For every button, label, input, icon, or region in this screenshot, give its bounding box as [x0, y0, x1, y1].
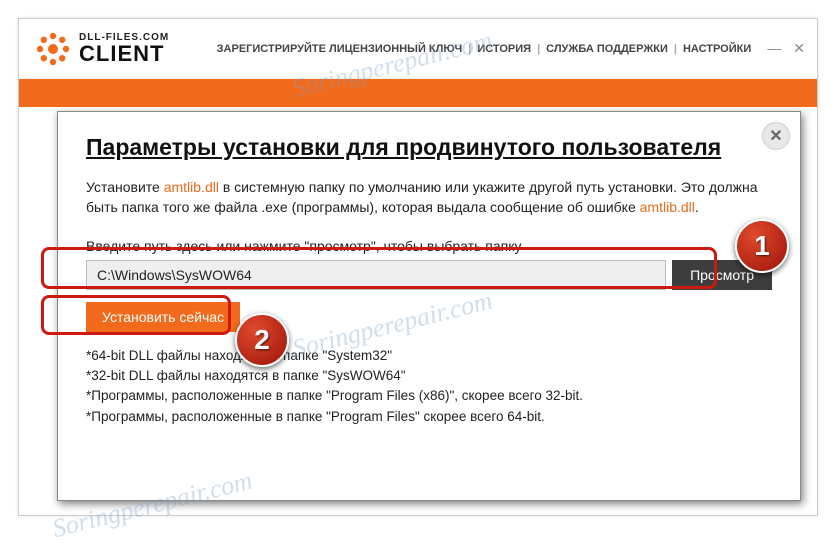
install-path-input[interactable]: [86, 260, 666, 290]
note-line: *Программы, расположенные в папке "Progr…: [86, 386, 772, 406]
titlebar: DLL-FILES.COM CLIENT ЗАРЕГИСТРИРУЙТЕ ЛИЦ…: [19, 19, 817, 79]
logo: DLL-FILES.COM CLIENT: [35, 31, 169, 67]
path-input-label: Введите путь здесь или нажмите "просмотр…: [86, 236, 772, 256]
nav-history[interactable]: ИСТОРИЯ: [477, 43, 531, 55]
dialog-close-button[interactable]: ✕: [762, 122, 790, 150]
dll-name: amtlib.dll: [640, 199, 695, 215]
separator: |: [674, 43, 677, 55]
step-badge-1: 1: [735, 219, 789, 273]
dialog-intro: Установите amtlib.dll в системную папку …: [86, 177, 772, 218]
note-line: *Программы, расположенные в папке "Progr…: [86, 407, 772, 427]
separator: |: [537, 43, 540, 55]
top-nav: ЗАРЕГИСТРИРУЙТЕ ЛИЦЕНЗИОННЫЙ КЛЮЧ | ИСТО…: [217, 43, 752, 55]
note-line: *64-bit DLL файлы находятся в папке "Sys…: [86, 346, 772, 366]
logo-text: DLL-FILES.COM CLIENT: [79, 33, 169, 65]
brand-main: CLIENT: [79, 43, 169, 65]
nav-support[interactable]: СЛУЖБА ПОДДЕРЖКИ: [546, 43, 668, 55]
text: .: [695, 199, 699, 215]
gear-icon: [35, 31, 71, 67]
accent-bar: [19, 79, 817, 107]
install-now-button[interactable]: Установить сейчас: [86, 302, 240, 332]
path-row: Просмотр: [86, 260, 772, 290]
minimize-icon[interactable]: —: [767, 40, 781, 57]
step-badge-2: 2: [235, 313, 289, 367]
nav-settings[interactable]: НАСТРОЙКИ: [683, 43, 751, 55]
text: Установите: [86, 179, 164, 195]
separator: |: [468, 43, 471, 55]
nav-register[interactable]: ЗАРЕГИСТРИРУЙТЕ ЛИЦЕНЗИОННЫЙ КЛЮЧ: [217, 43, 463, 55]
note-line: *32-bit DLL файлы находятся в папке "Sys…: [86, 366, 772, 386]
app-window: DLL-FILES.COM CLIENT ЗАРЕГИСТРИРУЙТЕ ЛИЦ…: [18, 18, 818, 516]
close-icon[interactable]: ✕: [793, 40, 805, 57]
dialog-title: Параметры установки для продвинутого пол…: [86, 134, 772, 161]
window-controls: — ✕: [767, 40, 805, 57]
advanced-install-dialog: ✕ Параметры установки для продвинутого п…: [57, 111, 801, 501]
close-icon: ✕: [769, 126, 782, 146]
dll-name: amtlib.dll: [164, 179, 219, 195]
install-notes: *64-bit DLL файлы находятся в папке "Sys…: [86, 346, 772, 427]
